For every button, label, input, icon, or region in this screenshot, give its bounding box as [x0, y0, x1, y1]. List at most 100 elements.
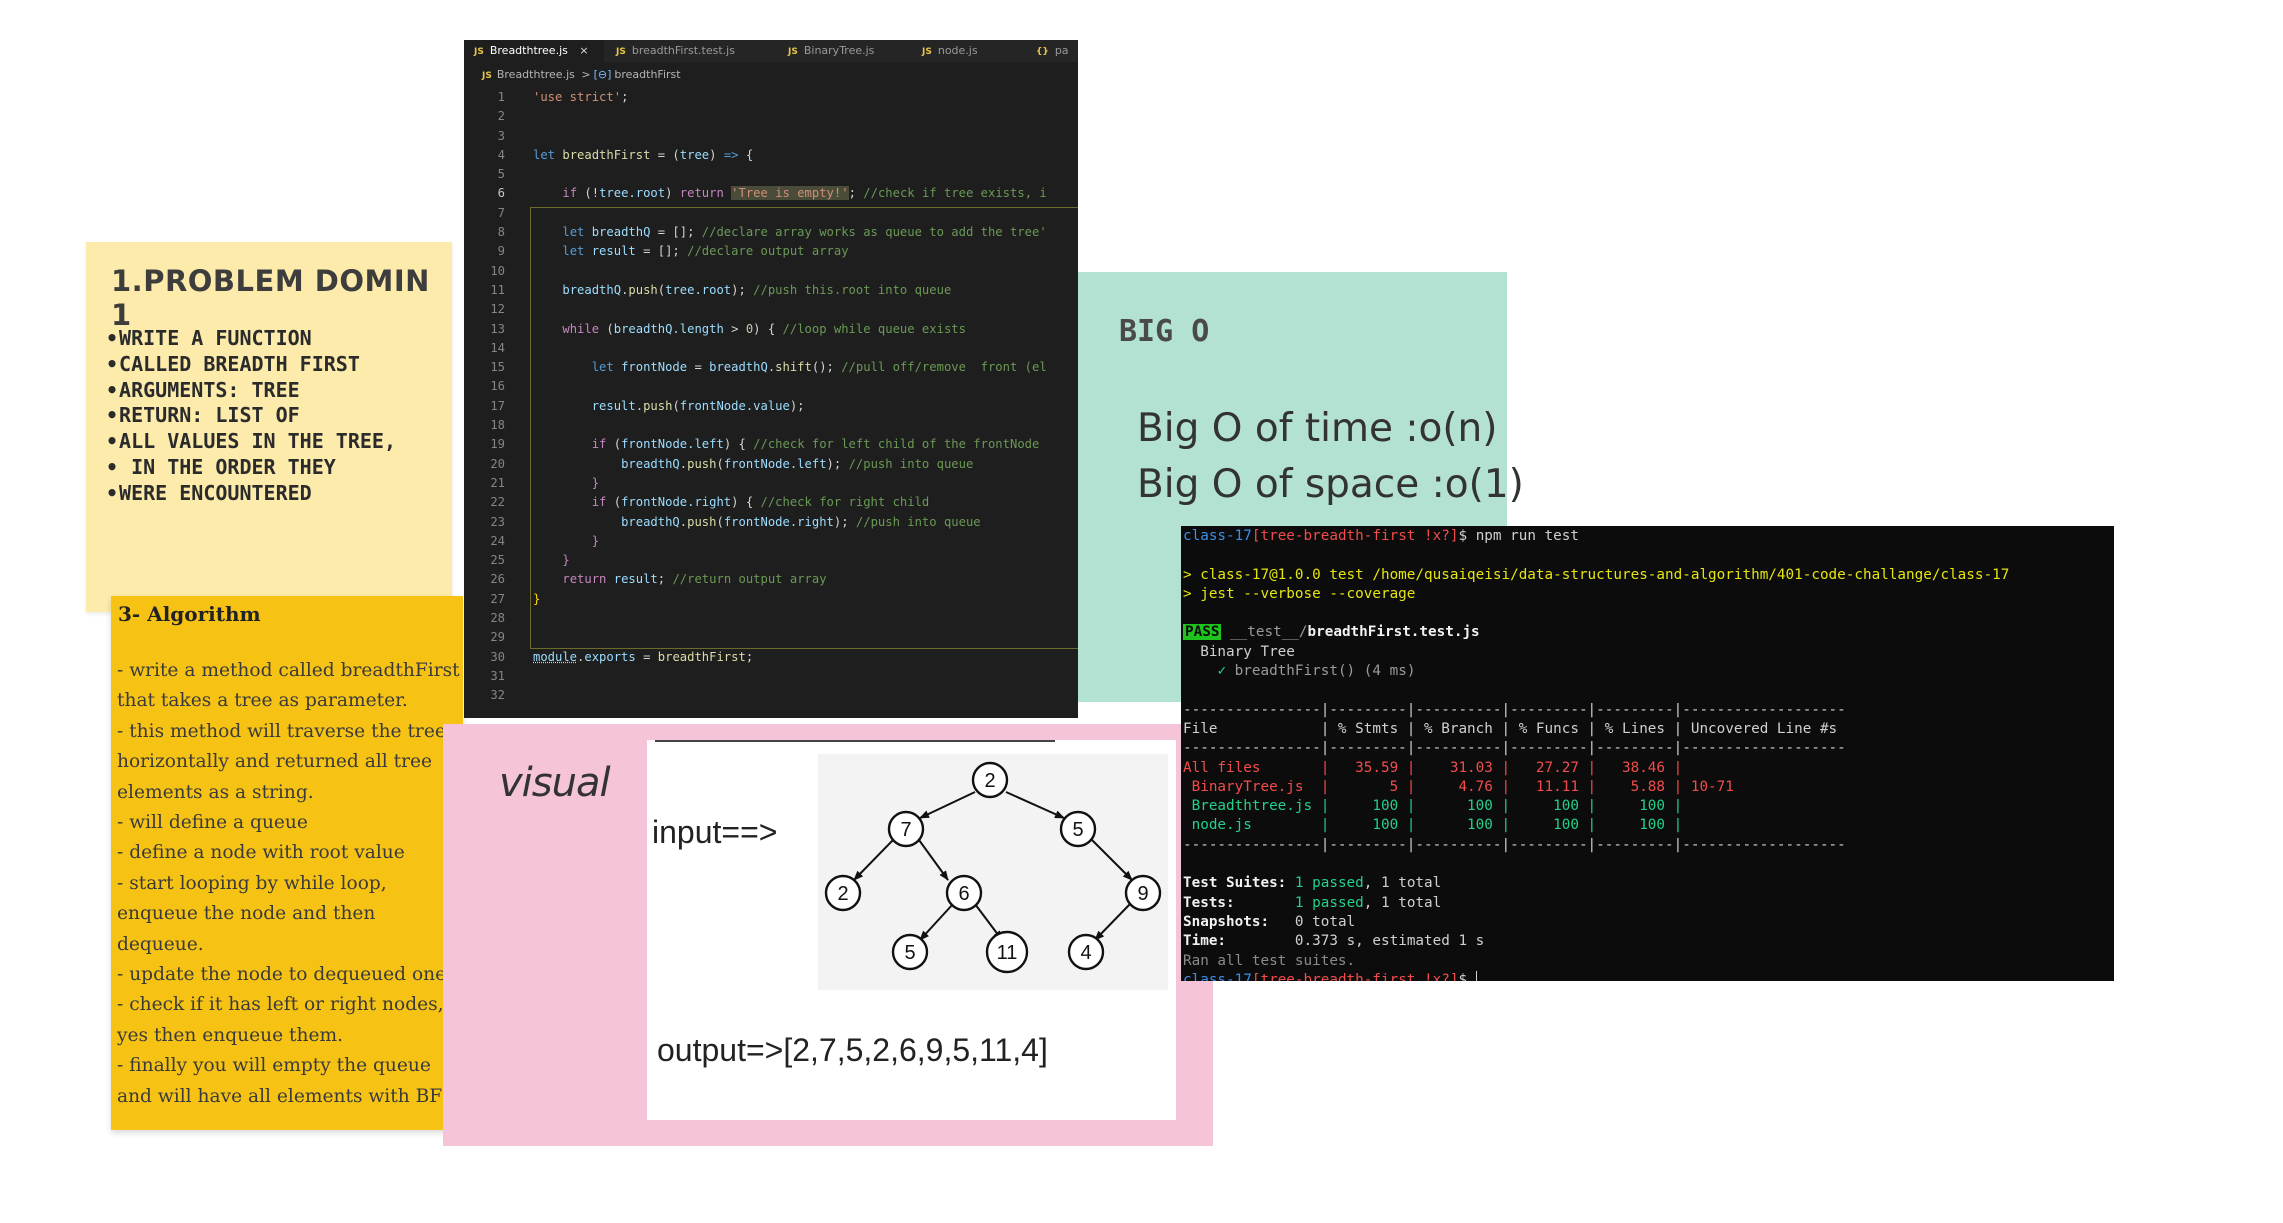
- code-text: breadthQ.push(tree.root); //push this.ro…: [562, 282, 952, 297]
- code-line: 22 if (frontNode.right) { //check for ri…: [464, 493, 1078, 512]
- line-number: 6: [497, 186, 505, 201]
- tab-node[interactable]: JS node.js: [922, 40, 978, 62]
- line-number: 22: [490, 495, 505, 510]
- code-line: 4 let breadthFirst = (tree) => {: [464, 146, 1078, 165]
- tab-package[interactable]: {} pa: [1036, 40, 1069, 62]
- breadcrumb-file[interactable]: Breadthtree.js: [497, 68, 575, 81]
- line-number: 19: [490, 437, 505, 452]
- tree-edge: [919, 903, 954, 941]
- tab-label: node.js: [937, 44, 978, 57]
- line-number: 10: [490, 263, 505, 278]
- line-number: 28: [490, 611, 505, 626]
- code-text: if (frontNode.right) { //check for right…: [591, 495, 930, 510]
- code-text: 'use strict';: [533, 90, 629, 104]
- code-line: 16: [464, 377, 1078, 396]
- algorithm-line: - finally you will empty the queue: [117, 1055, 431, 1077]
- algorithm-line: - start looping by while loop,: [117, 872, 387, 894]
- algorithm-line: horizontally and returned all tree: [117, 751, 432, 773]
- line-number: 24: [490, 533, 505, 548]
- problem-bullet: CALLED BREADTH FIRST: [106, 352, 396, 378]
- code-text: while (breadthQ.length > 0) { //loop whi…: [562, 321, 966, 336]
- terminal-line: class-17[tree-breadth-first !x?]$ npm ru…: [1183, 528, 1579, 544]
- code-line: 6 if (!tree.root) return 'Tree is empty!…: [464, 184, 1078, 203]
- line-number: 3: [497, 128, 505, 143]
- code-line: 19 if (frontNode.left) { //check for lef…: [464, 435, 1078, 454]
- line-number: 16: [490, 379, 505, 394]
- problem-bullet: WRITE A FUNCTION: [106, 326, 396, 352]
- terminal-window[interactable]: class-17[tree-breadth-first !x?]$ npm ru…: [1181, 526, 2114, 981]
- line-number: 9: [497, 244, 505, 259]
- coverage-header: File | % Stmts | % Branch | % Funcs | % …: [1183, 720, 1846, 737]
- code-text: let breadthFirst = (tree) => {: [533, 147, 754, 162]
- problem-bullet: ARGUMENTS: TREE: [106, 378, 396, 404]
- js-file-icon: JS: [922, 47, 932, 57]
- output-label: output=>[2,7,5,2,6,9,5,11,4]: [657, 1032, 1048, 1068]
- input-label: input==>: [652, 814, 778, 850]
- terminal-line: > jest --verbose --coverage: [1183, 585, 1416, 602]
- code-line: 13 while (breadthQ.length > 0) { //loop …: [464, 320, 1078, 339]
- code-editor[interactable]: JS Breadthtree.js × JS breadthFirst.test.j…: [464, 40, 1078, 718]
- code-line: 23 breadthQ.push(frontNode.right); //pus…: [464, 513, 1078, 532]
- tab-breadthfirst-test[interactable]: JS breadthFirst.test.js: [616, 40, 735, 62]
- algorithm-line: - check if it has left or right nodes, i…: [117, 994, 463, 1016]
- close-icon[interactable]: ×: [579, 44, 588, 57]
- algorithm-line: and will have all elements with BFS.: [117, 1085, 461, 1107]
- line-number: 25: [490, 553, 505, 568]
- coverage-separator: ----------------|---------|----------|--…: [1183, 740, 1846, 757]
- breadcrumb-symbol[interactable]: breadthFirst: [614, 68, 680, 81]
- binary-tree-diagram: 2 7 5 2 6 9 5 11 4: [824, 761, 1162, 974]
- coverage-row: node.js | 100 | 100 | 100 | 100 |: [1183, 817, 1846, 834]
- visual-card: input==> 2 7 5 2 6 9 5 11 4 output=>[2,7…: [647, 740, 1176, 1120]
- terminal-line: Test Suites: 1 passed, 1 total: [1183, 875, 1442, 892]
- code-line: 27}: [464, 590, 1078, 609]
- algorithm-line: - this method will traverse the tree: [117, 720, 446, 742]
- code-text: if (frontNode.left) { //check for left c…: [591, 437, 1040, 452]
- code-line: 20 breadthQ.push(frontNode.left); //push…: [464, 455, 1078, 474]
- code-line: 25 }: [464, 551, 1078, 570]
- algorithm-note-body: - write a method called breadthFirst tha…: [117, 656, 463, 1112]
- algorithm-line: that takes a tree as parameter.: [117, 690, 408, 712]
- code-area[interactable]: 1 'use strict'; 2 3 4 let breadthFirst = (…: [464, 88, 1078, 706]
- code-line: 18: [464, 416, 1078, 435]
- command-text: npm run test: [1475, 528, 1579, 544]
- code-text: let result = []; //declare output array: [562, 244, 849, 259]
- algorithm-line: - define a node with root value: [117, 842, 405, 864]
- big-o-title: BIG O: [1119, 314, 1210, 349]
- code-text: }: [591, 533, 600, 548]
- code-line: 5: [464, 165, 1078, 184]
- code-line: 11 breadthQ.push(tree.root); //push this…: [464, 281, 1078, 300]
- tab-breadthtree[interactable]: JS Breadthtree.js ×: [464, 40, 604, 62]
- tab-binarytree[interactable]: JS BinaryTree.js: [788, 40, 874, 62]
- algorithm-line: elements as a string.: [117, 781, 314, 803]
- code-line: 29: [464, 628, 1078, 647]
- code-line: 15 let frontNode = breadthQ.shift(); //p…: [464, 358, 1078, 377]
- line-number: 32: [490, 688, 505, 703]
- big-o-time: Big O of time :o(n): [1137, 406, 1498, 451]
- json-file-icon: {}: [1036, 47, 1049, 57]
- breadcrumb-separator: >: [581, 68, 591, 81]
- algorithm-line: - write a method called breadthFirst: [117, 660, 460, 681]
- code-line: 17 result.push(frontNode.value);: [464, 397, 1078, 416]
- line-number: 5: [497, 167, 505, 182]
- coverage-separator: ----------------|---------|----------|--…: [1183, 836, 1846, 853]
- terminal-line: class-17[tree-breadth-first !x?]$: [1183, 970, 2009, 981]
- code-text: }: [591, 475, 600, 490]
- line-number: 31: [490, 668, 505, 683]
- code-line: 8 let breadthQ = []; //declare array wor…: [464, 223, 1078, 242]
- tree-edge: [1090, 838, 1133, 881]
- coverage-row: All files | 35.59 | 31.03 | 27.27 | 38.4…: [1183, 759, 1846, 776]
- tree-edge: [919, 791, 976, 819]
- problem-domain-note: 1.PROBLEM DOMIN 1 WRITE A FUNCTION CALLE…: [86, 242, 452, 612]
- algorithm-line: dequeue.: [117, 933, 204, 955]
- terminal-line: Time: 0.373 s, estimated 1 s: [1183, 933, 1485, 950]
- tree-node-label: 4: [1080, 942, 1091, 964]
- js-file-icon: JS: [474, 47, 484, 57]
- line-number: 23: [490, 514, 505, 529]
- breadcrumb[interactable]: JS Breadthtree.js > [⊖] breadthFirst: [482, 68, 681, 81]
- line-number: 26: [490, 572, 505, 587]
- divider: [655, 740, 1055, 742]
- check-icon: ✓: [1217, 663, 1227, 680]
- code-line: 2: [464, 107, 1078, 126]
- code-line: 32: [464, 686, 1078, 705]
